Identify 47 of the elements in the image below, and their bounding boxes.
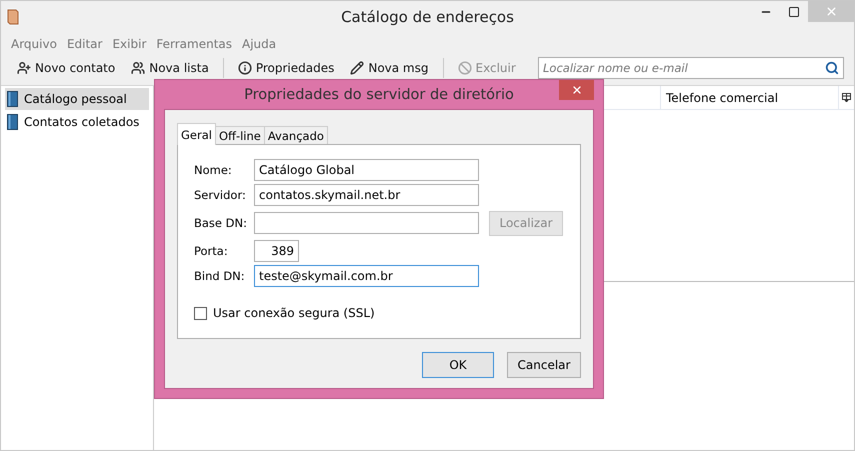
input-field[interactable]: contatos.skymail.net.br [254, 184, 479, 206]
sidebar-item[interactable]: Contatos coletados [5, 111, 149, 133]
toolbar-button[interactable]: Nova lista [125, 59, 215, 77]
book-icon [7, 9, 19, 25]
person-plus-icon [17, 61, 31, 75]
window-title: Catálogo de endereços [341, 8, 514, 26]
dialog-button[interactable]: OK [422, 352, 494, 378]
input-field[interactable]: 389 [254, 240, 299, 262]
prohibited-icon [458, 61, 472, 75]
toolbar-button[interactable]: Novo contato [11, 59, 122, 77]
tab[interactable]: Avançado [264, 126, 328, 145]
book-icon [7, 114, 18, 130]
field-label: Servidor: [194, 188, 247, 202]
menu-item[interactable]: Ferramentas [156, 36, 232, 50]
pencil-icon [350, 61, 364, 75]
dialog-title: Propriedades do servidor de diretório [244, 86, 514, 102]
toolbar-button[interactable]: Propriedades [232, 59, 340, 77]
checkbox-label: Usar conexão segura (SSL) [213, 306, 375, 320]
input-field[interactable]: teste@skymail.com.br [254, 264, 479, 286]
sidebar-item[interactable]: Catálogo pessoal [5, 88, 149, 110]
checkbox[interactable] [194, 306, 207, 320]
maximize-icon [788, 6, 800, 18]
sidebar-label: Contatos coletados [24, 115, 140, 129]
search-icon [825, 61, 839, 75]
input-field[interactable]: Catálogo Global [254, 158, 479, 180]
field-label: Porta: [194, 244, 229, 258]
search-field[interactable]: Localizar nome ou e-mail [538, 57, 844, 79]
close-button[interactable] [559, 80, 594, 100]
field-label: Nome: [194, 162, 233, 176]
menu-item[interactable]: Arquivo [11, 36, 57, 50]
field-label: Bind DN: [194, 268, 246, 282]
field-label: Base DN: [194, 216, 248, 230]
people-icon [131, 61, 146, 75]
column-picker-icon[interactable] [842, 93, 851, 102]
book-icon [7, 91, 18, 107]
toolbar-button[interactable]: Nova msg [344, 59, 434, 77]
info-icon [238, 61, 252, 75]
column-header[interactable]: Telefone comercial [660, 86, 838, 109]
tab[interactable]: Geral [177, 123, 216, 145]
close-icon [824, 5, 838, 18]
close-icon [570, 84, 582, 96]
input-field[interactable] [254, 212, 479, 234]
sidebar-label: Catálogo pessoal [24, 92, 127, 106]
menu-item[interactable]: Editar [66, 36, 102, 50]
menu-item[interactable]: Exibir [112, 36, 146, 50]
dialog-button[interactable]: Cancelar [507, 352, 581, 378]
menu-item[interactable]: Ajuda [242, 36, 276, 50]
